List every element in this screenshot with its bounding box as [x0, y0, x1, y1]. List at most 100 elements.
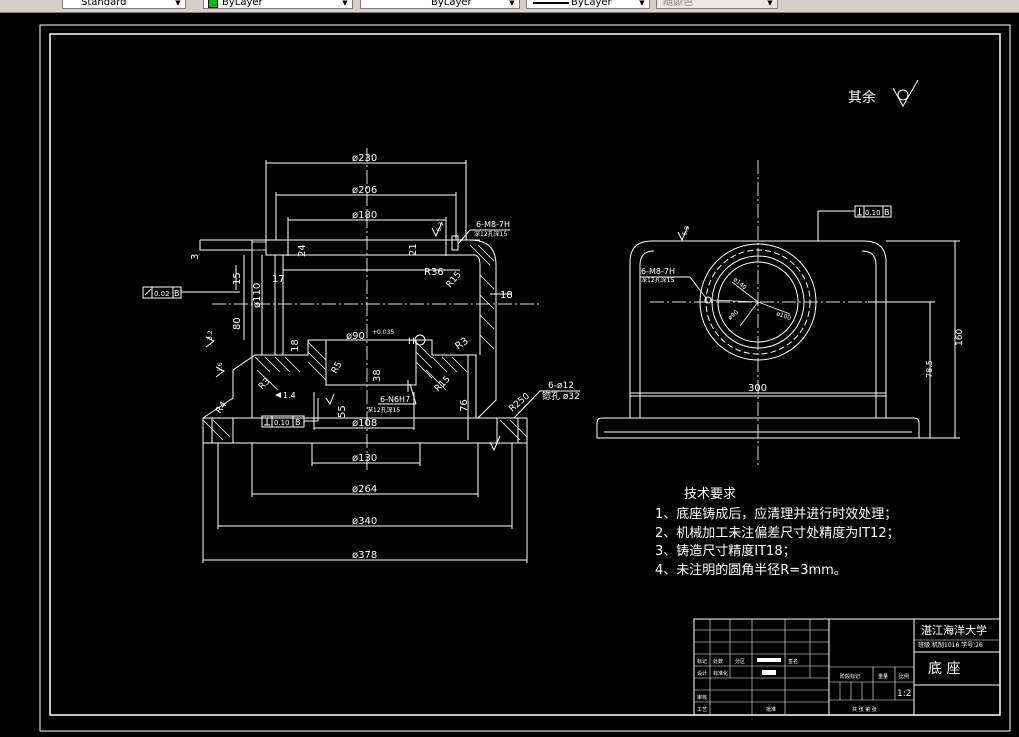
dim-label: ø264: [352, 484, 377, 495]
tb-label: 重量: [878, 673, 888, 680]
dim-label: R3: [257, 377, 273, 393]
hole-callout-sub: 锪孔 ø32: [542, 390, 580, 402]
chevron-down-icon: ▼: [509, 0, 515, 7]
cad-drawing[interactable]: 其余 ø230 ø206 ø180 ø90 +0.035 H ø108 ø130…: [0, 13, 1019, 733]
drawing-canvas[interactable]: 其余 ø230 ø206 ø180 ø90 +0.035 H ø108 ø130…: [0, 13, 1019, 733]
notes-item: 2、机械加工未注偏差尺寸处精度为IT12；: [655, 525, 900, 541]
roughness-symbol-icon: [325, 393, 335, 406]
dim-label: 38: [372, 369, 383, 382]
tolerance-value: 0.02: [154, 290, 170, 298]
hole-callout: 6-ø12: [548, 381, 574, 391]
text-style-dropdown[interactable]: Standard ▼: [62, 0, 186, 9]
dim-label: 15: [232, 272, 243, 285]
plotstyle-value: 随颜色: [663, 0, 693, 8]
dim-label: ø206: [352, 185, 377, 196]
svg-text:6.3: 6.3: [435, 221, 445, 233]
lineweight-value: ByLayer: [571, 0, 612, 8]
svg-text:3.2: 3.2: [207, 330, 214, 340]
dim-label: R5: [330, 360, 345, 375]
dim-label: 1.4: [283, 391, 296, 400]
datum-letter: B: [174, 289, 180, 298]
tolerance-value: 0.10: [274, 419, 290, 427]
tb-label: 共 张 第 张: [852, 706, 877, 713]
left-section-view: ø230 ø206 ø180 ø90 +0.035 H ø108 ø130 ø2…: [142, 148, 580, 563]
perpendicularity-tolerance-frame: 0.10 B: [817, 205, 892, 241]
roughness-symbol-icon: [892, 79, 919, 108]
datum-letter: B: [295, 418, 301, 427]
class-info: 班级:机制1016 学号:26: [918, 641, 983, 649]
dim-label: ø378: [352, 550, 377, 561]
svg-text:1.6: 1.6: [217, 362, 224, 372]
tolerance-value: 0.10: [865, 209, 881, 217]
dim-label: ø100: [775, 310, 792, 322]
properties-toolbar: Standard ▼ ByLayer ▼ ByLayer ▼ ByLayer ▼…: [0, 0, 1019, 13]
notes-item: 1、底座铸成后，应清理并进行时效处理；: [655, 506, 897, 522]
tb-label: 设计: [697, 670, 707, 677]
dim-label: ø340: [352, 516, 377, 527]
tb-label: 比例: [899, 673, 909, 680]
linetype-dropdown[interactable]: ByLayer ▼: [360, 0, 520, 9]
dim-label: ø90: [346, 331, 365, 342]
dim-label: 300: [748, 383, 767, 394]
datum-letter: B: [884, 208, 890, 217]
right-front-view: ø140 ø100 ø90 6-M8-7H 深12孔深15 0.10 B 6.3…: [596, 160, 965, 465]
color-swatch-icon: [208, 0, 218, 8]
perpendicularity-icon: [264, 418, 270, 426]
dim-label: 18: [290, 339, 301, 352]
thread-callout: 6-M8-7H: [641, 267, 675, 276]
dim-label: R36: [424, 267, 444, 278]
tb-label: 签名: [788, 658, 798, 665]
color-value: ByLayer: [222, 0, 263, 8]
text-style-value: Standard: [81, 0, 127, 8]
notes-item: 3、铸造尺寸精度IT18；: [655, 543, 796, 559]
tb-label: 标准化: [713, 670, 728, 677]
tb-label: 阶段标记: [840, 673, 860, 680]
chevron-down-icon: ▼: [767, 0, 773, 7]
tb-label-block: [757, 658, 781, 662]
dim-label: 55: [337, 405, 348, 418]
dim-label: 80: [232, 317, 243, 330]
color-dropdown[interactable]: ByLayer ▼: [203, 0, 353, 9]
dim-label: ø90: [727, 309, 740, 322]
lineweight-dropdown[interactable]: ByLayer ▼: [526, 0, 650, 9]
dim-label: 160: [955, 329, 965, 346]
roughness-symbol-icon: 3.2: [205, 330, 215, 348]
chevron-down-icon: ▼: [342, 0, 348, 7]
pin-hole-callout: 6-N6H7: [380, 395, 410, 404]
dim-label: R15: [445, 270, 464, 290]
tb-label: 分区: [735, 658, 745, 665]
tb-label: 批准: [766, 706, 776, 713]
outer-sheet-border: [39, 24, 1011, 732]
flatness-tolerance-frame: 0.02 B: [142, 286, 240, 299]
dim-label: 21: [408, 243, 419, 256]
dim-label: ø108: [352, 418, 377, 429]
thread-callout: 6-M8-7H: [476, 220, 510, 229]
plotstyle-dropdown[interactable]: 随颜色 ▼: [656, 0, 778, 9]
dim-label: 3: [190, 254, 201, 260]
part-name: 底 座: [928, 661, 960, 677]
dim-tolerance: +0.035: [372, 329, 394, 336]
technical-requirements: 技术要求 1、底座铸成后，应清理并进行时效处理； 2、机械加工未注偏差尺寸处精度…: [655, 487, 900, 578]
dim-label: 18: [500, 290, 513, 301]
tb-label: 工艺: [697, 707, 707, 713]
dim-label: ø230: [352, 153, 377, 164]
tb-label: 处数: [713, 658, 723, 665]
datum-label: H: [408, 337, 415, 347]
perpendicularity-icon: [857, 208, 862, 216]
pin-hole-callout-sub: 深12孔深15: [367, 406, 400, 414]
dim-label: 17: [272, 274, 285, 285]
dim-label: ø130: [352, 453, 377, 464]
notes-item: 4、未注明的圆角半径R=3mm。: [655, 562, 847, 578]
tb-label: 审核: [697, 694, 707, 701]
flatness-icon: [144, 288, 152, 296]
surface-note: 其余: [848, 89, 876, 106]
chevron-down-icon: ▼: [175, 0, 181, 7]
inner-frame-border: [49, 33, 1001, 716]
chevron-down-icon: ▼: [639, 0, 645, 7]
tb-label-block: [762, 670, 776, 675]
roughness-symbol-icon: 6.3: [431, 221, 445, 238]
roughness-symbol-icon: 1.6: [215, 362, 225, 378]
dim-label: R3: [453, 336, 470, 353]
dim-label: 24: [297, 244, 308, 257]
dim-label: R15: [433, 375, 453, 395]
